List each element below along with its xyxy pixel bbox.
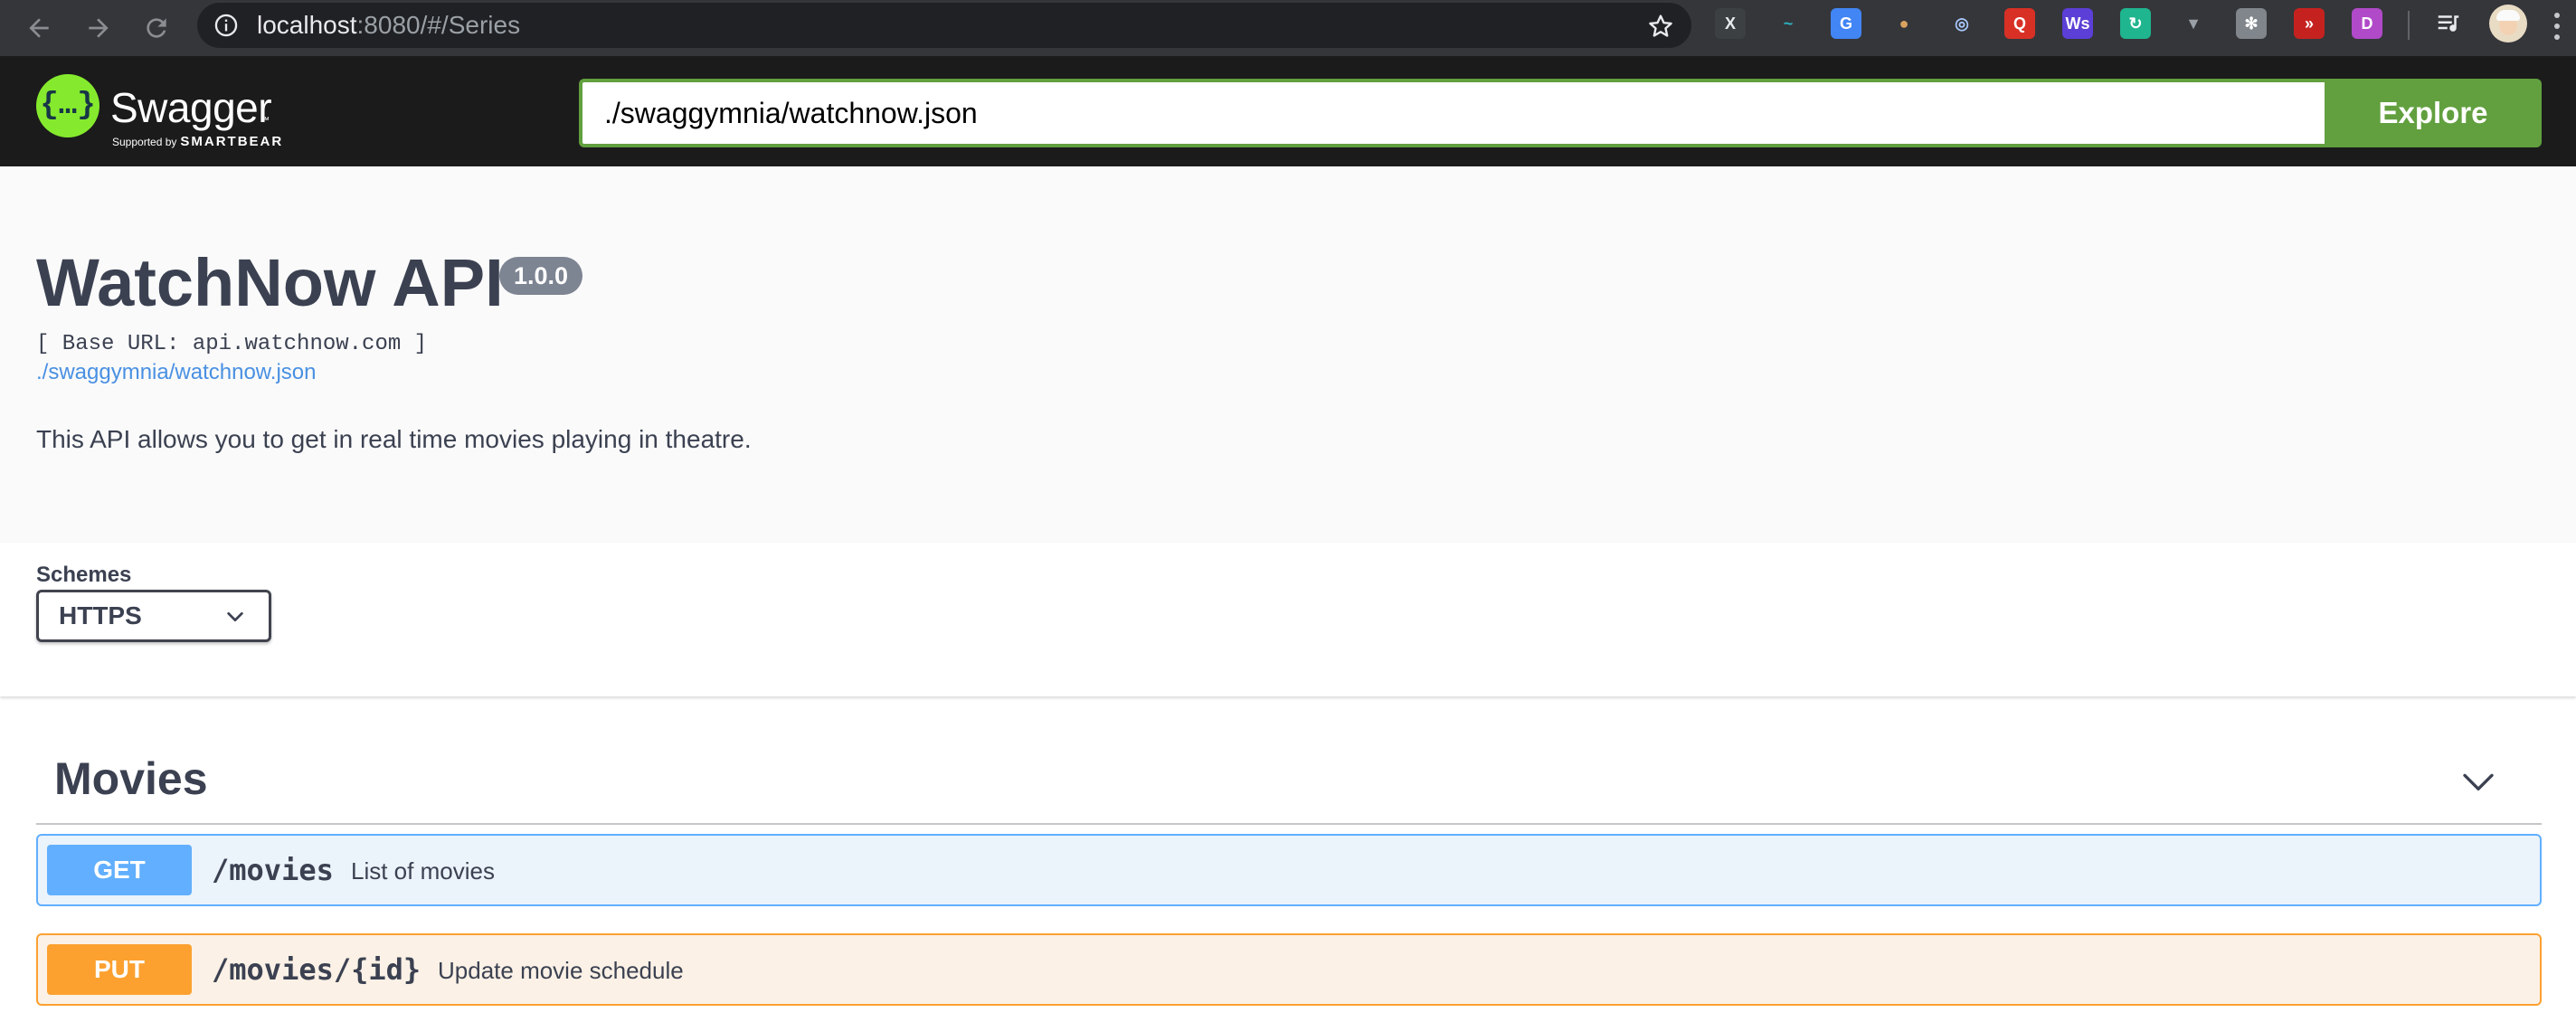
cookie-icon[interactable]: ● <box>1889 8 1919 39</box>
tag-section-header[interactable]: Movies <box>36 742 2542 825</box>
supported-by-text: Supported by <box>112 136 177 148</box>
gray-gear-extension-icon[interactable]: ✻ <box>2236 8 2267 39</box>
operation-summary: List of movies <box>351 857 495 885</box>
profile-avatar[interactable] <box>2489 5 2527 43</box>
operation-summary: Update movie schedule <box>438 957 684 984</box>
swagger-logo-text[interactable]: Swagger <box>110 83 272 132</box>
google-translate-icon[interactable]: G <box>1831 8 1861 39</box>
arrow-left-icon <box>29 18 49 38</box>
address-bar[interactable]: localhost:8080/#/Series <box>197 3 1691 48</box>
red-q-extension-icon[interactable]: Q <box>2004 8 2035 39</box>
schemes-container: Schemes HTTPS <box>0 543 2576 696</box>
ws-extension-icon[interactable]: Ws <box>2062 8 2093 39</box>
schemes-select[interactable]: HTTPS <box>36 590 271 642</box>
toolbar-divider <box>2408 11 2410 40</box>
operation-put-movie[interactable]: PUT /movies/{id} Update movie schedule <box>36 933 2542 1006</box>
operation-path: /movies <box>212 853 334 887</box>
forward-button[interactable] <box>76 5 121 51</box>
explore-button[interactable]: Explore <box>2325 79 2542 147</box>
operation-get-movies[interactable]: GET /movies List of movies <box>36 834 2542 906</box>
info-circle-icon[interactable] <box>213 13 239 38</box>
media-queue-icon[interactable] <box>2433 8 2464 39</box>
method-badge: GET <box>47 845 192 895</box>
method-badge: PUT <box>47 944 192 995</box>
browser-toolbar: localhost:8080/#/Series X ~ G ● ◎ Q Ws ↻ ▼ ✻ » D <box>0 0 2576 56</box>
chevron-down-icon <box>227 611 243 622</box>
bookmark-star-icon[interactable] <box>1646 12 1675 41</box>
refresh-green-extension-icon[interactable]: ↻ <box>2120 8 2151 39</box>
api-title: WatchNow API <box>36 245 504 320</box>
smartbear-text: SMARTBEAR <box>180 134 284 149</box>
address-url[interactable]: localhost:8080/#/Series <box>257 3 520 48</box>
red-forward-extension-icon[interactable]: » <box>2294 8 2325 39</box>
avatar-hair <box>2496 10 2520 21</box>
swagger-topbar: {…} Swagger ™ Supported bySMARTBEAR Expl… <box>0 56 2576 166</box>
operation-path: /movies/{id} <box>212 952 421 987</box>
reload-button[interactable] <box>134 5 179 51</box>
x-extension-icon[interactable]: X <box>1715 8 1746 39</box>
base-url: [ Base URL: api.watchnow.com ] <box>36 332 428 356</box>
schemes-label: Schemes <box>36 563 132 587</box>
vue-devtools-icon[interactable]: ▼ <box>2178 8 2209 39</box>
spec-link[interactable]: ./swaggymnia/watchnow.json <box>36 360 317 385</box>
d-extension-icon[interactable]: D <box>2352 8 2382 39</box>
collapse-chevron-icon[interactable] <box>2460 763 2496 800</box>
url-host: localhost <box>257 11 357 39</box>
spec-url-input[interactable] <box>579 79 2325 147</box>
swirl-extension-icon[interactable]: ~ <box>1773 8 1804 39</box>
version-badge: 1.0.0 <box>499 257 583 295</box>
api-info-section: WatchNow API 1.0.0 [ Base URL: api.watch… <box>0 166 2576 543</box>
logo-supported-by: Supported by SMARTBEAR <box>112 134 283 149</box>
back-button[interactable] <box>16 5 62 51</box>
api-description: This API allows you to get in real time … <box>36 425 752 453</box>
browser-menu-icon[interactable] <box>2543 7 2571 45</box>
swagger-logo-icon[interactable]: {…} <box>36 74 99 137</box>
tag-title: Movies <box>54 753 208 804</box>
reload-icon <box>147 18 166 38</box>
arrow-right-icon <box>89 18 109 38</box>
url-path: :8080/#/Series <box>356 11 521 39</box>
trademark-symbol: ™ <box>260 116 270 126</box>
schemes-selected-value: HTTPS <box>59 601 142 629</box>
ring-extension-icon[interactable]: ◎ <box>1946 8 1977 39</box>
